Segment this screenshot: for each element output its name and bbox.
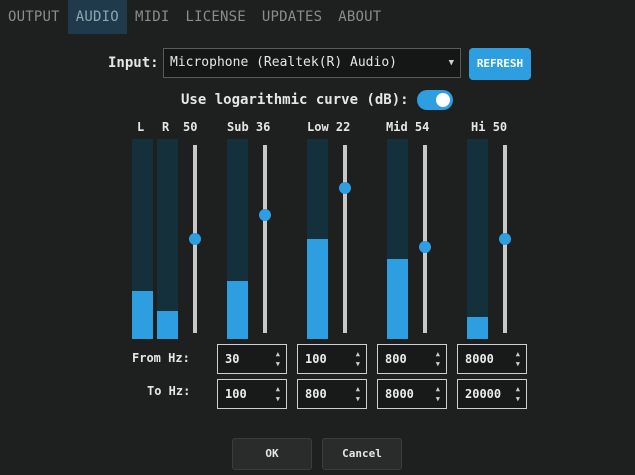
spin-up-icon[interactable]: ▲ xyxy=(436,386,440,393)
ok-button[interactable]: OK xyxy=(232,438,312,470)
spin-value: 800 xyxy=(385,352,407,366)
spin-down-icon[interactable]: ▼ xyxy=(436,396,440,403)
spin-value: 100 xyxy=(305,352,327,366)
tab-updates[interactable]: UPDATES xyxy=(254,0,330,34)
tab-about[interactable]: ABOUT xyxy=(330,0,389,34)
spin-up-icon[interactable]: ▲ xyxy=(356,386,360,393)
spin-down-icon[interactable]: ▼ xyxy=(516,396,520,403)
tab-bar: OUTPUT AUDIO MIDI LICENSE UPDATES ABOUT xyxy=(0,0,389,34)
input-device-select[interactable]: Microphone (Realtek(R) Audio) ▼ xyxy=(163,48,461,78)
hi-from-hz-input[interactable]: 8000 ▲ ▼ xyxy=(457,344,527,374)
mid-slider[interactable] xyxy=(419,145,431,333)
tab-output[interactable]: OUTPUT xyxy=(0,0,68,34)
band-value: 54 xyxy=(414,120,430,134)
meter-fill xyxy=(387,259,408,339)
log-curve-toggle[interactable] xyxy=(417,90,453,110)
mid-to-hz-input[interactable]: 8000 ▲ ▼ xyxy=(377,379,447,409)
low-from-hz-input[interactable]: 100 ▲ ▼ xyxy=(297,344,367,374)
spin-up-icon[interactable]: ▲ xyxy=(276,386,280,393)
slider-thumb[interactable] xyxy=(339,182,351,195)
meter-fill xyxy=(227,281,248,339)
toggle-knob xyxy=(436,93,450,107)
tab-audio[interactable]: AUDIO xyxy=(67,0,127,34)
mid-from-hz-input[interactable]: 800 ▲ ▼ xyxy=(377,344,447,374)
to-hz-label: To Hz: xyxy=(147,384,191,398)
refresh-button[interactable]: REFRESH xyxy=(469,48,531,80)
input-device-value: Microphone (Realtek(R) Audio) xyxy=(170,55,397,70)
slider-thumb[interactable] xyxy=(259,208,271,221)
spin-down-icon[interactable]: ▼ xyxy=(276,361,280,368)
meter-left xyxy=(132,139,153,339)
meter-low xyxy=(307,139,328,339)
meter-fill xyxy=(467,317,488,339)
spin-down-icon[interactable]: ▼ xyxy=(356,396,360,403)
cancel-button[interactable]: Cancel xyxy=(322,438,402,470)
hi-to-hz-input[interactable]: 20000 ▲ ▼ xyxy=(457,379,527,409)
master-slider[interactable] xyxy=(189,145,201,333)
tab-midi[interactable]: MIDI xyxy=(127,0,178,34)
tab-license[interactable]: LICENSE xyxy=(177,0,253,34)
low-slider[interactable] xyxy=(339,145,351,333)
spin-up-icon[interactable]: ▲ xyxy=(516,351,520,358)
band-value: 50 xyxy=(492,120,508,134)
slider-thumb[interactable] xyxy=(499,233,511,245)
spin-value: 100 xyxy=(225,387,247,401)
band-name: Sub xyxy=(227,120,249,134)
slider-thumb[interactable] xyxy=(189,233,201,245)
left-channel-label: L xyxy=(137,120,145,134)
low-to-hz-input[interactable]: 800 ▲ ▼ xyxy=(297,379,367,409)
meter-fill xyxy=(157,311,178,339)
slider-thumb[interactable] xyxy=(419,240,431,253)
spin-down-icon[interactable]: ▼ xyxy=(516,361,520,368)
from-hz-label: From Hz: xyxy=(132,351,190,365)
sub-to-hz-input[interactable]: 100 ▲ ▼ xyxy=(217,379,287,409)
spin-down-icon[interactable]: ▼ xyxy=(356,361,360,368)
band-name: Low xyxy=(307,120,329,134)
band-header-sub: Sub 36 xyxy=(227,120,270,134)
band-name: Mid xyxy=(386,120,408,134)
spin-value: 20000 xyxy=(465,387,502,401)
hi-slider[interactable] xyxy=(499,145,511,333)
spin-value: 800 xyxy=(305,387,327,401)
band-header-hi: Hi 50 xyxy=(471,120,507,134)
spin-down-icon[interactable]: ▼ xyxy=(276,396,280,403)
dropdown-arrow-icon: ▼ xyxy=(448,58,454,68)
meter-hi xyxy=(467,139,488,339)
spin-value: 8000 xyxy=(465,352,494,366)
spin-up-icon[interactable]: ▲ xyxy=(276,351,280,358)
spin-up-icon[interactable]: ▲ xyxy=(436,351,440,358)
meter-sub xyxy=(227,139,248,339)
spin-value: 8000 xyxy=(385,387,414,401)
log-curve-label: Use logarithmic curve (dB): xyxy=(181,92,409,108)
spin-value: 30 xyxy=(225,352,240,366)
meter-fill xyxy=(307,239,328,339)
band-value: 36 xyxy=(255,120,271,134)
right-channel-label: R xyxy=(162,120,170,134)
band-header-low: Low 22 xyxy=(307,120,350,134)
band-header-mid: Mid 54 xyxy=(386,120,429,134)
input-label: Input: xyxy=(108,55,159,71)
spin-up-icon[interactable]: ▲ xyxy=(356,351,360,358)
sub-from-hz-input[interactable]: 30 ▲ ▼ xyxy=(217,344,287,374)
spin-down-icon[interactable]: ▼ xyxy=(436,361,440,368)
meter-mid xyxy=(387,139,408,339)
band-name: Hi xyxy=(471,120,486,134)
meter-right xyxy=(157,139,178,339)
band-value: 22 xyxy=(335,120,351,134)
meter-fill xyxy=(132,291,153,339)
spin-up-icon[interactable]: ▲ xyxy=(516,386,520,393)
master-value: 50 xyxy=(183,120,198,134)
sub-slider[interactable] xyxy=(259,145,271,333)
